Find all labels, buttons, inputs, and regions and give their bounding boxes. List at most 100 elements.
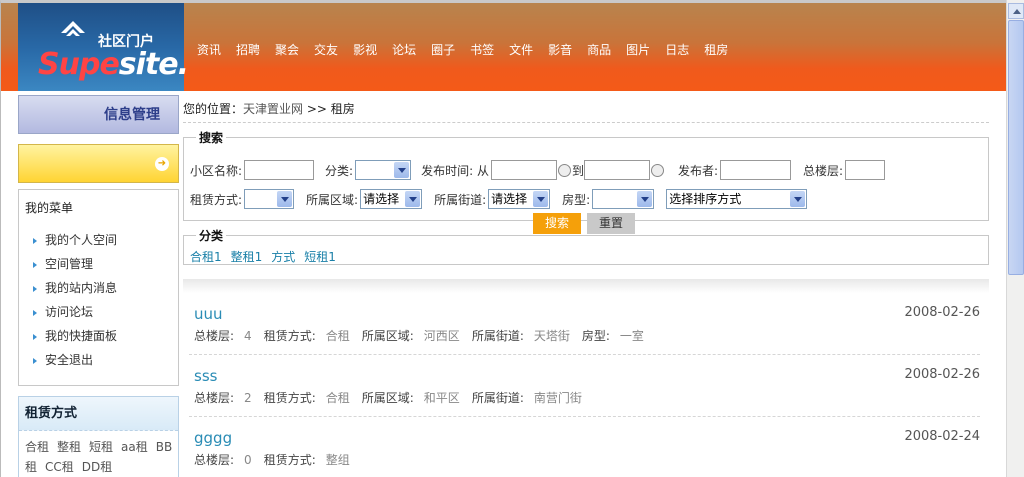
- community-input[interactable]: [244, 160, 315, 180]
- search-button[interactable]: 搜索: [533, 213, 581, 234]
- listing-meta-label: 租赁方式:: [263, 391, 316, 405]
- main-nav: 资讯 招聘 聚会 交友 影视 论坛 圈子 书签 文件 影音 商品 图片 日志 租房: [197, 41, 743, 58]
- nav-link[interactable]: 交友: [314, 41, 338, 58]
- list-item: uuu 2008-02-26 总楼层: 4 租赁方式: 合租 所属区域: 河西区 所属街道: 天塔…: [189, 293, 980, 355]
- breadcrumb-current: 租房: [330, 102, 355, 116]
- chevron-down-icon[interactable]: [637, 191, 653, 207]
- category-box: 分类 合租1 整租1 方式 短租1: [183, 227, 989, 265]
- listing-meta-value: 4: [244, 329, 252, 343]
- scroll-up-arrow-icon[interactable]: [1008, 3, 1024, 19]
- rent-type-title: 租赁方式: [19, 397, 178, 431]
- time-from-input[interactable]: [490, 160, 557, 180]
- my-menu-title: 我的菜单: [25, 201, 74, 215]
- nav-link[interactable]: 论坛: [392, 41, 416, 58]
- listing-meta-label: 所属街道:: [471, 329, 524, 343]
- sidebar-menu-item[interactable]: 我的快捷面板: [33, 324, 178, 348]
- nav-link[interactable]: 影视: [353, 41, 377, 58]
- listing-meta-label: 所属街道:: [471, 391, 524, 405]
- browser-page: 社区门户 Supesite. 资讯 招聘 聚会 交友 影视 论坛 圈子 书签 文件 影音 商品 图片日…: [0, 0, 1006, 477]
- scrollbar-thumb[interactable]: [1008, 20, 1024, 275]
- calendar-icon[interactable]: [650, 163, 664, 177]
- room-type-select[interactable]: [592, 189, 655, 209]
- nav-link[interactable]: 租房: [704, 41, 728, 58]
- listing-title-link[interactable]: sss: [194, 367, 217, 385]
- sidebar-menu-item[interactable]: 我的站内消息: [33, 276, 178, 300]
- rent-type-select[interactable]: [244, 189, 295, 209]
- rent-type-tag[interactable]: CC租: [45, 460, 74, 474]
- chevron-down-icon[interactable]: [533, 191, 549, 207]
- sort-select[interactable]: 选择排序方式: [666, 189, 808, 209]
- category-link[interactable]: 合租1: [190, 250, 222, 264]
- chevron-down-icon[interactable]: [394, 162, 410, 178]
- listing-meta-value: 合租: [325, 391, 350, 405]
- house-logo-icon: [61, 21, 85, 36]
- vertical-scrollbar[interactable]: [1006, 0, 1024, 477]
- category-link[interactable]: 短租1: [304, 250, 336, 264]
- reset-button[interactable]: 重置: [587, 213, 635, 234]
- sidebar-title: 信息管理: [18, 95, 179, 134]
- category-select[interactable]: [355, 160, 412, 180]
- floors-input[interactable]: [845, 160, 886, 180]
- arrow-right-icon[interactable]: ➜: [155, 157, 169, 171]
- listing-meta-label: 总楼层:: [194, 391, 235, 405]
- breadcrumb-separator: >>: [306, 102, 327, 116]
- listing-meta-value: 天塔街: [533, 329, 570, 343]
- listing-meta-label: 租赁方式:: [263, 329, 316, 343]
- rent-type-tags: 合租 整租 短租 aa租 BB租 CC租 DD租: [19, 431, 178, 477]
- rent-type-box: 租赁方式 合租 整租 短租 aa租 BB租 CC租 DD租: [18, 396, 179, 477]
- time-to-label: 到: [571, 163, 584, 178]
- listing-date: 2008-02-24: [904, 429, 980, 444]
- nav-link[interactable]: 文件: [509, 41, 533, 58]
- logo-en-text: Supesite.: [38, 47, 189, 82]
- list-top-bar: [183, 279, 989, 293]
- sidebar-menu-item[interactable]: 访问论坛: [33, 300, 178, 324]
- nav-link[interactable]: 书签: [470, 41, 494, 58]
- calendar-icon[interactable]: [557, 163, 571, 177]
- nav-link[interactable]: 日志: [665, 41, 689, 58]
- listing-date: 2008-02-26: [904, 305, 980, 320]
- category-link[interactable]: 方式: [271, 250, 295, 264]
- chevron-down-icon[interactable]: [277, 191, 293, 207]
- breadcrumb-site-link[interactable]: 天津置业网: [243, 102, 303, 116]
- nav-link[interactable]: 招聘: [236, 41, 260, 58]
- listing-meta: 总楼层: 4 租赁方式: 合租 所属区域: 河西区 所属街道: 天塔街 房型: 一室: [194, 327, 656, 344]
- category-legend: 分类: [199, 229, 224, 243]
- district-select[interactable]: 请选择: [360, 189, 423, 209]
- listing-meta-value: 2: [244, 391, 252, 405]
- sidebar-menu-item[interactable]: 安全退出: [33, 348, 178, 372]
- search-form: 搜索 小区名称: 分类: 发布时间: 从 到 发布者: 总楼层: 租赁方式: 所…: [183, 129, 989, 234]
- chevron-down-icon[interactable]: [790, 191, 806, 207]
- category-links: 合租1 整租1 方式 短租1: [184, 244, 988, 265]
- site-logo[interactable]: 社区门户 Supesite.: [18, 3, 189, 91]
- listing-meta-label: 总楼层:: [194, 453, 235, 467]
- sidebar-banner[interactable]: ➜: [18, 144, 179, 183]
- nav-link[interactable]: 影音: [548, 41, 572, 58]
- nav-link[interactable]: 聚会: [275, 41, 299, 58]
- listing-list: uuu 2008-02-26 总楼层: 4 租赁方式: 合租 所属区域: 河西区 所属街道: 天塔…: [183, 279, 989, 477]
- nav-link[interactable]: 资讯: [197, 41, 221, 58]
- street-select[interactable]: 请选择: [488, 189, 551, 209]
- listing-title-link[interactable]: uuu: [194, 305, 223, 323]
- rent-type-tag[interactable]: 合租: [25, 440, 49, 454]
- chevron-down-icon[interactable]: [405, 191, 421, 207]
- listing-title-link[interactable]: gggg: [194, 429, 232, 447]
- category-link[interactable]: 整租1: [231, 250, 263, 264]
- rent-type-tag[interactable]: 整租: [57, 440, 81, 454]
- time-to-input[interactable]: [583, 160, 650, 180]
- rent-type-tag[interactable]: aa租: [121, 440, 148, 454]
- listing-meta-value: 整组: [325, 453, 350, 467]
- sidebar-menu-item[interactable]: 我的个人空间: [33, 228, 178, 252]
- publisher-input[interactable]: [720, 160, 792, 180]
- sort-value: 选择排序方式: [669, 192, 742, 206]
- nav-link[interactable]: 商品: [587, 41, 611, 58]
- street-value: 请选择: [491, 192, 528, 206]
- sidebar-menu-item[interactable]: 空间管理: [33, 252, 178, 276]
- nav-link[interactable]: 圈子: [431, 41, 455, 58]
- search-legend: 搜索: [199, 131, 224, 145]
- listing-meta-label: 总楼层:: [194, 329, 235, 343]
- listing-meta-label: 所属区域:: [361, 329, 414, 343]
- rent-type-tag[interactable]: 短租: [89, 440, 113, 454]
- rent-type-tag[interactable]: DD租: [82, 460, 112, 474]
- community-label: 小区名称:: [190, 163, 243, 178]
- nav-link[interactable]: 图片: [626, 41, 650, 58]
